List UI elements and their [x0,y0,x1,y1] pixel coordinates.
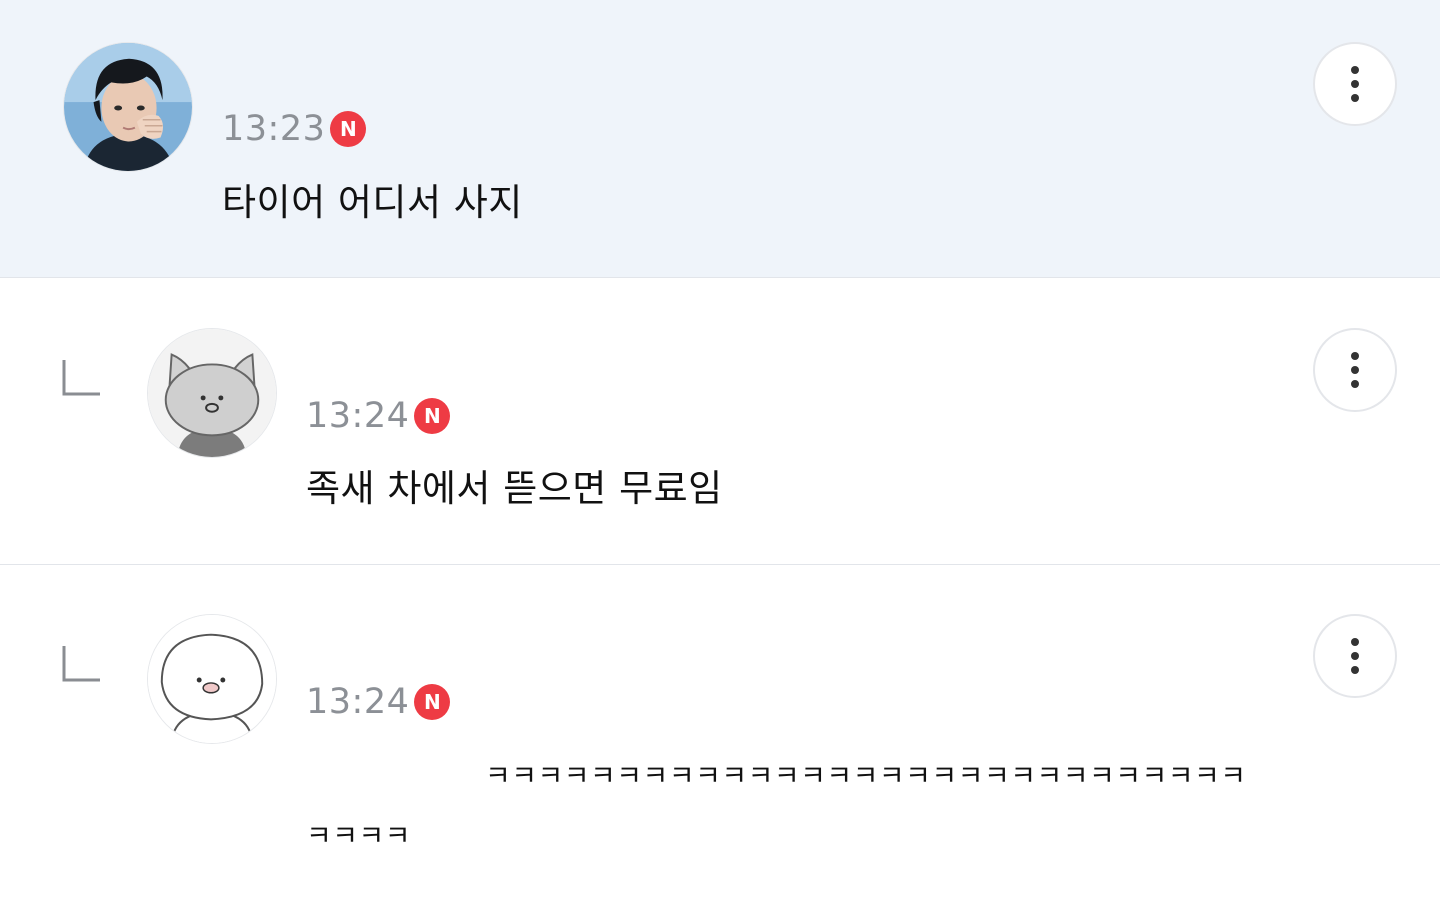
avatar[interactable] [63,42,193,172]
comment-text-line: ㅋㅋㅋㅋㅋㅋㅋㅋㅋㅋㅋㅋㅋㅋㅋㅋㅋㅋㅋㅋㅋㅋㅋㅋㅋㅋㅋㅋㅋ [485,759,1247,792]
comment-meta: 13:23 N [222,109,367,149]
reply-item: 13:24 N 족새 차에서 뜯으면 무료임 [0,279,1440,565]
more-options-button[interactable] [1313,328,1397,412]
timestamp: 13:23 [222,109,326,149]
reply-arrow-icon [62,358,102,398]
comment-meta: 13:24 N [306,396,451,436]
avatar[interactable] [147,614,277,744]
comment-thread: 13:23 N 타이어 어디서 사지 13:24 N 족새 차에서 뜯으면 무료… [0,0,1440,910]
comment-meta: 13:24 N [306,682,451,722]
more-options-button[interactable] [1313,614,1397,698]
reply-arrow-icon [62,644,102,684]
timestamp: 13:24 [306,682,410,722]
vertical-ellipsis-icon [1351,638,1359,674]
comment-text: 족새 차에서 뜯으면 무료임 [306,467,723,510]
new-badge-icon: N [414,398,451,434]
new-badge-icon: N [414,684,451,720]
vertical-ellipsis-icon [1351,66,1359,102]
comment-text: 타이어 어디서 사지 [222,181,523,224]
new-badge-icon: N [330,111,367,147]
avatar[interactable] [147,328,277,458]
timestamp: 13:24 [306,396,410,436]
comment-item: 13:23 N 타이어 어디서 사지 [0,0,1440,278]
reply-item: 13:24 N ㅋㅋㅋㅋㅋㅋㅋㅋㅋㅋㅋㅋㅋㅋㅋㅋㅋㅋㅋㅋㅋㅋㅋㅋㅋㅋㅋㅋㅋ ㅋㅋ… [0,566,1440,910]
comment-text-line: ㅋㅋㅋㅋ [306,819,412,852]
more-options-button[interactable] [1313,42,1397,126]
vertical-ellipsis-icon [1351,352,1359,388]
